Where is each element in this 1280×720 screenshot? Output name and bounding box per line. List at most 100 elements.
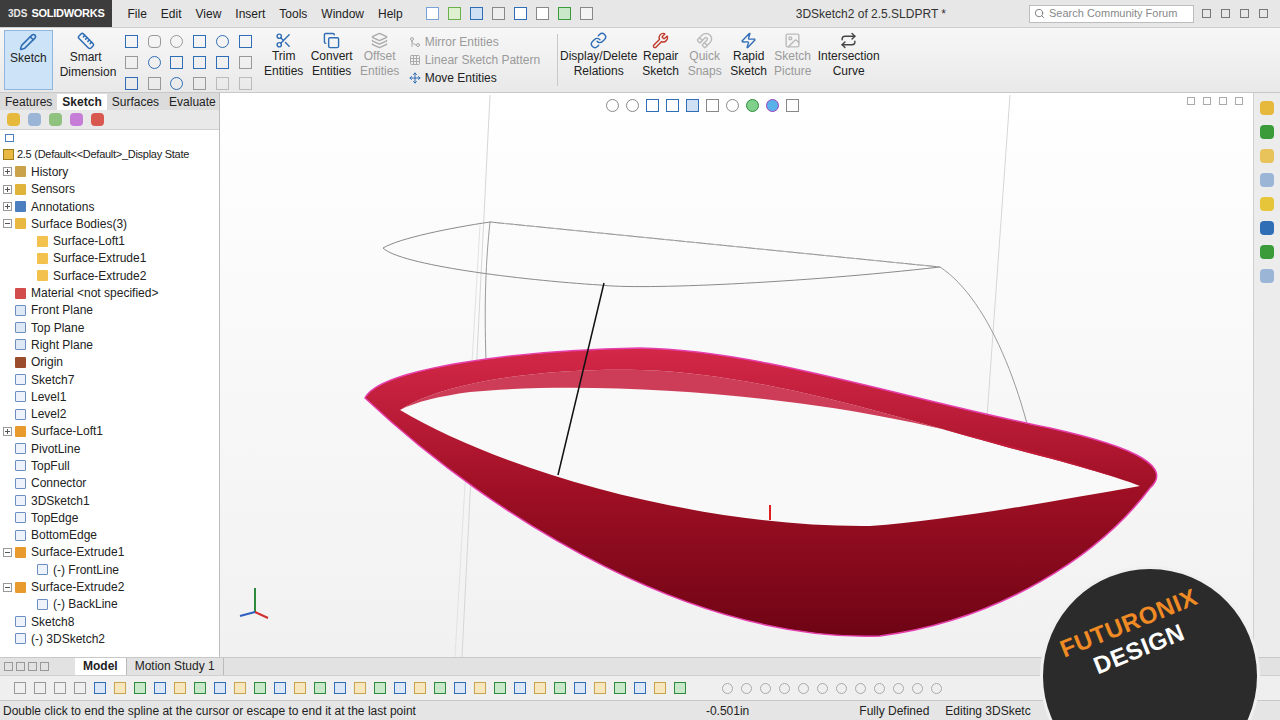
- filter-tool-icon[interactable]: [414, 682, 426, 694]
- graphics-area[interactable]: [220, 93, 1253, 657]
- expander-icon[interactable]: [3, 185, 12, 194]
- sketch-tool-icon[interactable]: [216, 56, 229, 69]
- expander-icon[interactable]: [3, 444, 12, 453]
- sketch-tool-icon[interactable]: [193, 35, 206, 48]
- sketch-tool-icon[interactable]: [170, 56, 183, 69]
- ribbon-button[interactable]: Sketch Picture: [772, 30, 814, 90]
- filter-tool-icon[interactable]: [434, 682, 446, 694]
- expander-icon[interactable]: [3, 340, 12, 349]
- quick-access-icon[interactable]: [426, 7, 439, 20]
- filter-tool-icon[interactable]: [374, 682, 386, 694]
- snap-tool-icon[interactable]: [836, 683, 847, 694]
- expander-icon[interactable]: [3, 461, 12, 470]
- manager-tab-icon[interactable]: [7, 113, 20, 126]
- view-tool-icon[interactable]: [626, 99, 639, 112]
- expander-icon[interactable]: [3, 617, 12, 626]
- tree-item[interactable]: BottomEdge: [3, 527, 219, 544]
- sketch-tool-icon[interactable]: [216, 35, 229, 48]
- quick-access-icon[interactable]: [558, 7, 571, 20]
- viewport-control-icon[interactable]: [1219, 97, 1227, 105]
- sketch-tool-icon[interactable]: [239, 77, 252, 90]
- sketch-tool-icon[interactable]: [170, 77, 183, 90]
- manager-tab-icon[interactable]: [70, 113, 83, 126]
- window-control-icon[interactable]: [1221, 9, 1230, 18]
- tree-item[interactable]: 3DSketch1: [3, 492, 219, 509]
- task-pane-icon[interactable]: [1260, 149, 1274, 163]
- expander-icon[interactable]: [3, 375, 12, 384]
- expander-icon[interactable]: [25, 271, 34, 280]
- filter-tool-icon[interactable]: [194, 682, 206, 694]
- filter-tool-icon[interactable]: [114, 682, 126, 694]
- task-pane-icon[interactable]: [1260, 269, 1274, 283]
- window-control-icon[interactable]: [1240, 9, 1249, 18]
- ribbon-button[interactable]: Offset Entities: [357, 30, 403, 90]
- filter-tool-icon[interactable]: [174, 682, 186, 694]
- filter-tool-icon[interactable]: [134, 682, 146, 694]
- expander-icon[interactable]: [3, 392, 12, 401]
- window-control-icon[interactable]: [1259, 9, 1268, 18]
- tree-item[interactable]: Origin: [3, 354, 219, 371]
- sketch-tool-icon[interactable]: [148, 77, 161, 90]
- viewport-control-icon[interactable]: [1203, 97, 1211, 105]
- filter-tool-icon[interactable]: [614, 682, 626, 694]
- filter-tool-icon[interactable]: [494, 682, 506, 694]
- viewport-control-icon[interactable]: [1235, 97, 1243, 105]
- menu-item[interactable]: File: [120, 5, 153, 23]
- tree-item[interactable]: Sketch8: [3, 613, 219, 630]
- ribbon-button[interactable]: Trim Entities: [261, 30, 307, 90]
- filter-icon[interactable]: [5, 134, 14, 142]
- task-pane-icon[interactable]: [1260, 245, 1274, 259]
- filter-tool-icon[interactable]: [154, 682, 166, 694]
- task-pane-icon[interactable]: [1260, 197, 1274, 211]
- expander-icon[interactable]: [3, 479, 12, 488]
- expander-icon[interactable]: [3, 583, 12, 592]
- command-tab[interactable]: Sketch: [57, 94, 106, 110]
- ribbon-button[interactable]: Rapid Sketch: [728, 30, 770, 90]
- snap-tool-icon[interactable]: [855, 683, 866, 694]
- filter-tool-icon[interactable]: [334, 682, 346, 694]
- tree-item[interactable]: Connector: [3, 475, 219, 492]
- ribbon-button[interactable]: Intersection Curve: [816, 30, 882, 90]
- tree-item[interactable]: Annotations: [3, 198, 219, 215]
- snap-tool-icon[interactable]: [931, 683, 942, 694]
- menu-item[interactable]: Insert: [228, 5, 272, 23]
- menu-item[interactable]: Window: [314, 5, 371, 23]
- menu-item[interactable]: Help: [371, 5, 410, 23]
- tree-item[interactable]: Sensors: [3, 181, 219, 198]
- tree-item[interactable]: Surface-Extrude1: [3, 544, 219, 561]
- tree-item[interactable]: Level2: [3, 405, 219, 422]
- model-view[interactable]: [220, 93, 1253, 657]
- tree-item[interactable]: Surface-Extrude2: [3, 267, 219, 284]
- expander-icon[interactable]: [3, 167, 12, 176]
- ribbon-small-button[interactable]: Linear Sketch Pattern: [409, 53, 551, 68]
- tree-item[interactable]: Surface-Extrude2: [3, 578, 219, 595]
- filter-tool-icon[interactable]: [634, 682, 646, 694]
- viewport-control-icon[interactable]: [1187, 97, 1195, 105]
- filter-tool-icon[interactable]: [74, 682, 86, 694]
- manager-tab-icon[interactable]: [91, 113, 104, 126]
- tab-scroll-icon[interactable]: [4, 662, 13, 671]
- filter-tool-icon[interactable]: [14, 682, 26, 694]
- sketch-tool-icon[interactable]: [216, 77, 229, 90]
- tree-item[interactable]: Front Plane: [3, 302, 219, 319]
- expander-icon[interactable]: [25, 600, 34, 609]
- ribbon-button[interactable]: Sketch: [4, 30, 53, 90]
- search-box[interactable]: Search Community Forum: [1029, 5, 1194, 23]
- tree-item[interactable]: (-) 3DSketch2: [3, 630, 219, 647]
- filter-tool-icon[interactable]: [554, 682, 566, 694]
- task-pane-icon[interactable]: [1260, 101, 1274, 115]
- snap-tool-icon[interactable]: [874, 683, 885, 694]
- expander-icon[interactable]: [3, 410, 12, 419]
- sketch-tool-icon[interactable]: [193, 77, 206, 90]
- sketch-tool-icon[interactable]: [148, 35, 161, 48]
- task-pane-icon[interactable]: [1260, 221, 1274, 235]
- expander-icon[interactable]: [3, 289, 12, 298]
- tree-item[interactable]: Surface-Loft1: [3, 423, 219, 440]
- filter-tool-icon[interactable]: [514, 682, 526, 694]
- snap-tool-icon[interactable]: [798, 683, 809, 694]
- sketch-tool-icon[interactable]: [125, 56, 138, 69]
- quick-access-icon[interactable]: [580, 7, 593, 20]
- command-tab[interactable]: Evaluate: [164, 94, 221, 110]
- expander-icon[interactable]: [3, 323, 12, 332]
- tree-item[interactable]: PivotLine: [3, 440, 219, 457]
